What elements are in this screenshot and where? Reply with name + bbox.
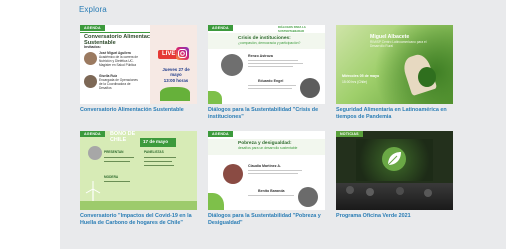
panelistas-label: PANELISTAS: [144, 150, 164, 154]
event-time: 13:00 horas: [163, 78, 189, 83]
explore-section: Explora AGENDA Conversatorio Alimentació…: [60, 0, 506, 249]
text-line: [248, 170, 302, 172]
text-line: [104, 161, 130, 163]
card-impactos-covid[interactable]: AGENDA BONO DE CHILE 17 de mayo PRESENTA…: [80, 131, 197, 226]
invited-label: Invitados:: [84, 45, 101, 49]
audience: [336, 183, 453, 210]
speaker-avatar: [300, 78, 320, 98]
card-thumbnail[interactable]: AGENDA BONO DE CHILE 17 de mayo PRESENTA…: [80, 131, 197, 210]
text-line: [248, 60, 298, 62]
card-thumbnail[interactable]: AGENDA Conversatorio Alimentación Susten…: [80, 25, 197, 104]
leaf-decor: [160, 87, 190, 101]
text-line: [144, 165, 174, 167]
text-line: [248, 63, 303, 65]
thumb-subheadline: desafíos para un desarrollo sustentable: [238, 146, 298, 150]
speaker2-name: Benito Baranda: [258, 189, 285, 193]
text-line: [248, 85, 296, 87]
event-date: Jueves 27 de mayo: [162, 67, 190, 77]
speaker1-role: Académico de la carrera de Nutrición y D…: [99, 55, 138, 67]
speaker1-name: Claudia Martínez A.: [248, 164, 282, 168]
agenda-tag: AGENDA: [208, 131, 233, 137]
card-caption-link[interactable]: Programa Oficina Verde 2021: [336, 213, 453, 220]
card-crisis-instituciones[interactable]: AGENDA DIÁLOGOS PARA LA SUSTENTABILIDAD …: [208, 25, 325, 120]
agenda-tag: AGENDA: [80, 25, 105, 31]
text-line: [144, 161, 172, 163]
speaker-avatar: [84, 75, 97, 88]
card-caption-link[interactable]: Diálogos para la Sustentabilidad "Pobrez…: [208, 213, 325, 226]
text-line: [248, 88, 292, 90]
card-thumbnail[interactable]: AGENDA Pobreza y desigualdad: desafíos p…: [208, 131, 325, 210]
audience-head: [346, 186, 354, 194]
card-oficina-verde[interactable]: NOTICIAS Programa Oficina Verde 2021: [336, 131, 453, 220]
instagram-icon: [176, 47, 189, 60]
speaker1-name: Renzo Astroza: [248, 54, 273, 58]
event-time: 15:00 hrs (Chile): [342, 80, 368, 84]
text-line: [144, 157, 176, 159]
card-caption-link[interactable]: Diálogos para la Sustentabilidad "Crisis…: [208, 107, 325, 120]
card-caption-link[interactable]: Conversatorio "Impactos del Covid-19 en …: [80, 213, 197, 226]
presentan-label: PRESENTAN: [104, 150, 124, 154]
speaker-avatar: [221, 54, 243, 76]
audience-head: [424, 189, 432, 197]
leaf-icon: [382, 147, 406, 171]
text-line: [104, 181, 130, 183]
card-conversatorio-alimentacion[interactable]: AGENDA Conversatorio Alimentación Susten…: [80, 25, 197, 114]
speaker-role: RIMISP Centro Latinoamericano para el De…: [370, 40, 427, 48]
ground-decor: [80, 201, 197, 210]
live-label: LIVE: [162, 51, 176, 57]
audience-head: [366, 188, 374, 196]
audience-head: [396, 187, 404, 195]
agenda-tag: AGENDA: [80, 131, 105, 137]
speaker-avatar: [298, 187, 318, 207]
agenda-tag: AGENDA: [208, 25, 233, 31]
speaker-avatar: [88, 146, 102, 160]
card-pobreza-desigualdad[interactable]: AGENDA Pobreza y desigualdad: desafíos p…: [208, 131, 325, 226]
text-line: [248, 173, 298, 175]
speaker-avatar: [84, 52, 97, 65]
card-caption-link[interactable]: Conversatorio Alimentación Sustentable: [80, 107, 197, 114]
thumb-headline: BONO DE CHILE: [110, 131, 136, 143]
card-thumbnail[interactable]: NOTICIAS: [336, 131, 453, 210]
card-caption-link[interactable]: Seguridad Alimentaria en Latinoamérica e…: [336, 107, 453, 120]
news-tag: NOTICIAS: [336, 131, 363, 137]
thumb-subheadline: ¿compasión, democracia y participación?: [238, 41, 301, 45]
leaf-decor: [208, 91, 222, 104]
speaker2-name: Eduardo Engel: [258, 79, 284, 83]
section-title: Explora: [79, 5, 107, 14]
card-thumbnail[interactable]: Miguel Albacete RIMISP Centro Latinoamer…: [336, 25, 453, 104]
card-seguridad-alimentaria[interactable]: Miguel Albacete RIMISP Centro Latinoamer…: [336, 25, 453, 120]
text-line: [248, 66, 293, 68]
modera-label: MODERA: [104, 175, 119, 179]
text-line: [248, 195, 294, 197]
event-date: 17 de mayo: [143, 139, 169, 144]
leaf-decor: [418, 67, 436, 87]
leaf-decor: [208, 193, 224, 210]
event-date: Miércoles 05 de mayo: [342, 74, 380, 78]
text-line: [104, 157, 134, 159]
card-thumbnail[interactable]: AGENDA DIÁLOGOS PARA LA SUSTENTABILIDAD …: [208, 25, 325, 104]
speaker-avatar: [223, 164, 243, 184]
speaker2-role: Encargada de Operaciones de la Coordinad…: [99, 78, 138, 90]
